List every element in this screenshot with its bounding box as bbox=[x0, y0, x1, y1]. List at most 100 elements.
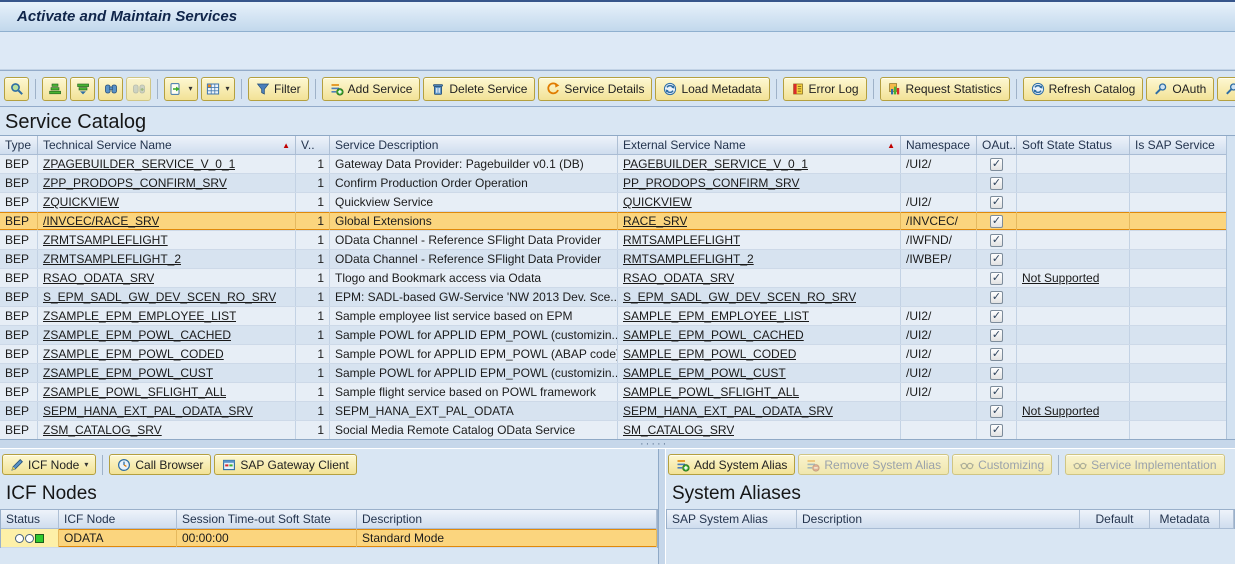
oauth-checkbox[interactable]: ✓ bbox=[990, 177, 1003, 190]
oauth-checkbox[interactable]: ✓ bbox=[990, 405, 1003, 418]
external-service-name-link[interactable]: PAGEBUILDER_SERVICE_V_0_1 bbox=[623, 157, 808, 171]
alias-column-header-sap-system-alias[interactable]: SAP System Alias bbox=[667, 510, 797, 528]
soft-state-status-link[interactable]: Not Supported bbox=[1022, 404, 1099, 418]
icf-column-header-session-time-out-soft-state[interactable]: Session Time-out Soft State bbox=[177, 510, 357, 528]
column-header-service-description[interactable]: Service Description bbox=[330, 136, 618, 154]
technical-service-name-link[interactable]: SEPM_HANA_EXT_PAL_ODATA_SRV bbox=[43, 404, 253, 418]
vertical-splitter[interactable] bbox=[658, 449, 666, 564]
technical-service-name-link[interactable]: /INVCEC/RACE_SRV bbox=[43, 214, 159, 228]
external-service-name-link[interactable]: SAMPLE_POWL_SFLIGHT_ALL bbox=[623, 385, 799, 399]
delete-service-button[interactable]: Delete Service bbox=[423, 77, 535, 101]
technical-service-name-link[interactable]: ZSAMPLE_EPM_POWL_CODED bbox=[43, 347, 224, 361]
external-service-name-link[interactable]: PP_PRODOPS_CONFIRM_SRV bbox=[623, 176, 800, 190]
soft-state-status-link[interactable]: Not Supported bbox=[1022, 271, 1099, 285]
oauth-checkbox[interactable]: ✓ bbox=[990, 424, 1003, 437]
sap-gateway-client-button[interactable]: SAP Gateway Client bbox=[214, 454, 357, 475]
add-service-button[interactable]: Add Service bbox=[322, 77, 421, 101]
table-row[interactable]: BEP/INVCEC/RACE_SRV1Global ExtensionsRAC… bbox=[0, 212, 1235, 231]
external-service-name-link[interactable]: SAMPLE_EPM_POWL_CUST bbox=[623, 366, 786, 380]
load-metadata-button[interactable]: Load Metadata bbox=[655, 77, 769, 101]
column-header-oaut-[interactable]: OAut.. bbox=[977, 136, 1017, 154]
external-service-name-link[interactable]: S_EPM_SADL_GW_DEV_SCEN_RO_SRV bbox=[623, 290, 856, 304]
technical-service-name-link[interactable]: ZSAMPLE_EPM_POWL_CACHED bbox=[43, 328, 231, 342]
oauth-checkbox[interactable]: ✓ bbox=[990, 291, 1003, 304]
external-service-name-link[interactable]: SAMPLE_EPM_EMPLOYEE_LIST bbox=[623, 309, 809, 323]
icf-node-button[interactable]: ICF Node ▾ bbox=[2, 454, 96, 475]
table-row[interactable]: BEPZSAMPLE_EPM_POWL_CODED1Sample POWL fo… bbox=[0, 345, 1235, 364]
technical-service-name-link[interactable]: ZSAMPLE_EPM_EMPLOYEE_LIST bbox=[43, 309, 236, 323]
table-row[interactable]: BEPZPP_PRODOPS_CONFIRM_SRV1Confirm Produ… bbox=[0, 174, 1235, 193]
alias-column-header-default[interactable]: Default bbox=[1080, 510, 1150, 528]
oauth-checkbox[interactable]: ✓ bbox=[990, 329, 1003, 342]
technical-service-name-link[interactable]: ZSAMPLE_EPM_POWL_CUST bbox=[43, 366, 213, 380]
table-row[interactable]: BEPSEPM_HANA_EXT_PAL_ODATA_SRV1SEPM_HANA… bbox=[0, 402, 1235, 421]
icf-column-header-description[interactable]: Description bbox=[357, 510, 657, 528]
soft-state-button[interactable]: Soft State bbox=[1217, 77, 1235, 101]
table-row[interactable]: BEPZSAMPLE_EPM_EMPLOYEE_LIST1Sample empl… bbox=[0, 307, 1235, 326]
external-service-name-link[interactable]: SAMPLE_EPM_POWL_CODED bbox=[623, 347, 796, 361]
column-header-v-[interactable]: V.. bbox=[296, 136, 330, 154]
icf-column-header-icf-node[interactable]: ICF Node bbox=[59, 510, 177, 528]
export-button[interactable]: ▾ bbox=[164, 77, 198, 101]
request-statistics-button[interactable]: Request Statistics bbox=[880, 77, 1010, 101]
technical-service-name-link[interactable]: ZSM_CATALOG_SRV bbox=[43, 423, 162, 437]
external-service-name-link[interactable]: RMTSAMPLEFLIGHT bbox=[623, 233, 740, 247]
technical-service-name-link[interactable]: RSAO_ODATA_SRV bbox=[43, 271, 154, 285]
service-details-button[interactable]: Service Details bbox=[538, 77, 652, 101]
technical-service-name-link[interactable]: ZRMTSAMPLEFLIGHT bbox=[43, 233, 168, 247]
external-service-name-link[interactable]: RACE_SRV bbox=[623, 214, 687, 228]
oauth-checkbox[interactable]: ✓ bbox=[990, 234, 1003, 247]
sort-descending-button[interactable] bbox=[70, 77, 95, 101]
alias-column-header-description[interactable]: Description bbox=[797, 510, 1080, 528]
oauth-checkbox[interactable]: ✓ bbox=[990, 215, 1003, 228]
column-header-technical-service-name[interactable]: Technical Service Name▲ bbox=[38, 136, 296, 154]
remove-system-alias-button[interactable]: Remove System Alias bbox=[798, 454, 949, 475]
oauth-checkbox[interactable]: ✓ bbox=[990, 196, 1003, 209]
technical-service-name-link[interactable]: ZPAGEBUILDER_SERVICE_V_0_1 bbox=[43, 157, 235, 171]
refresh-catalog-button[interactable]: Refresh Catalog bbox=[1023, 77, 1144, 101]
table-row[interactable]: BEPZSAMPLE_POWL_SFLIGHT_ALL1Sample fligh… bbox=[0, 383, 1235, 402]
oauth-checkbox[interactable]: ✓ bbox=[990, 367, 1003, 380]
column-header-is-sap-service[interactable]: Is SAP Service bbox=[1130, 136, 1235, 154]
oauth-button[interactable]: OAuth bbox=[1146, 77, 1214, 101]
sort-ascending-button[interactable] bbox=[42, 77, 67, 101]
add-system-alias-button[interactable]: Add System Alias bbox=[668, 454, 795, 475]
find-next-button[interactable] bbox=[126, 77, 151, 101]
filter-button[interactable]: Filter bbox=[248, 77, 309, 101]
choose-layout-button[interactable]: ▾ bbox=[201, 77, 235, 101]
column-header-soft-state-status[interactable]: Soft State Status bbox=[1017, 136, 1130, 154]
call-browser-button[interactable]: Call Browser bbox=[109, 454, 211, 475]
technical-service-name-link[interactable]: ZSAMPLE_POWL_SFLIGHT_ALL bbox=[43, 385, 226, 399]
vertical-scrollbar[interactable] bbox=[1226, 136, 1235, 439]
oauth-checkbox[interactable]: ✓ bbox=[990, 310, 1003, 323]
technical-service-name-link[interactable]: ZRMTSAMPLEFLIGHT_2 bbox=[43, 252, 181, 266]
display-magnifier-button[interactable] bbox=[4, 77, 29, 101]
find-button[interactable] bbox=[98, 77, 123, 101]
oauth-checkbox[interactable]: ✓ bbox=[990, 386, 1003, 399]
table-row[interactable]: BEPZSAMPLE_EPM_POWL_CACHED1Sample POWL f… bbox=[0, 326, 1235, 345]
icf-table-row[interactable]: ODATA00:00:00Standard Mode bbox=[1, 529, 657, 548]
table-row[interactable]: BEPZSAMPLE_EPM_POWL_CUST1Sample POWL for… bbox=[0, 364, 1235, 383]
error-log-button[interactable]: Error Log bbox=[783, 77, 867, 101]
table-row[interactable]: BEPZRMTSAMPLEFLIGHT1OData Channel - Refe… bbox=[0, 231, 1235, 250]
oauth-checkbox[interactable]: ✓ bbox=[990, 348, 1003, 361]
table-row[interactable]: BEPZRMTSAMPLEFLIGHT_21OData Channel - Re… bbox=[0, 250, 1235, 269]
oauth-checkbox[interactable]: ✓ bbox=[990, 158, 1003, 171]
alias-column-header-metadata[interactable]: Metadata bbox=[1150, 510, 1220, 528]
customizing-button[interactable]: Customizing bbox=[952, 454, 1052, 475]
technical-service-name-link[interactable]: ZQUICKVIEW bbox=[43, 195, 119, 209]
column-header-type[interactable]: Type bbox=[0, 136, 38, 154]
table-row[interactable]: BEPS_EPM_SADL_GW_DEV_SCEN_RO_SRV1EPM: SA… bbox=[0, 288, 1235, 307]
external-service-name-link[interactable]: SAMPLE_EPM_POWL_CACHED bbox=[623, 328, 804, 342]
column-header-namespace[interactable]: Namespace bbox=[901, 136, 977, 154]
table-row[interactable]: BEPZQUICKVIEW1Quickview ServiceQUICKVIEW… bbox=[0, 193, 1235, 212]
technical-service-name-link[interactable]: ZPP_PRODOPS_CONFIRM_SRV bbox=[43, 176, 227, 190]
external-service-name-link[interactable]: RSAO_ODATA_SRV bbox=[623, 271, 734, 285]
horizontal-splitter[interactable]: ····· bbox=[0, 439, 1235, 449]
table-row[interactable]: BEPZSM_CATALOG_SRV1Social Media Remote C… bbox=[0, 421, 1235, 440]
technical-service-name-link[interactable]: S_EPM_SADL_GW_DEV_SCEN_RO_SRV bbox=[43, 290, 276, 304]
oauth-checkbox[interactable]: ✓ bbox=[990, 253, 1003, 266]
external-service-name-link[interactable]: RMTSAMPLEFLIGHT_2 bbox=[623, 252, 754, 266]
icf-column-header-status[interactable]: Status bbox=[1, 510, 59, 528]
column-header-external-service-name[interactable]: External Service Name▲ bbox=[618, 136, 901, 154]
